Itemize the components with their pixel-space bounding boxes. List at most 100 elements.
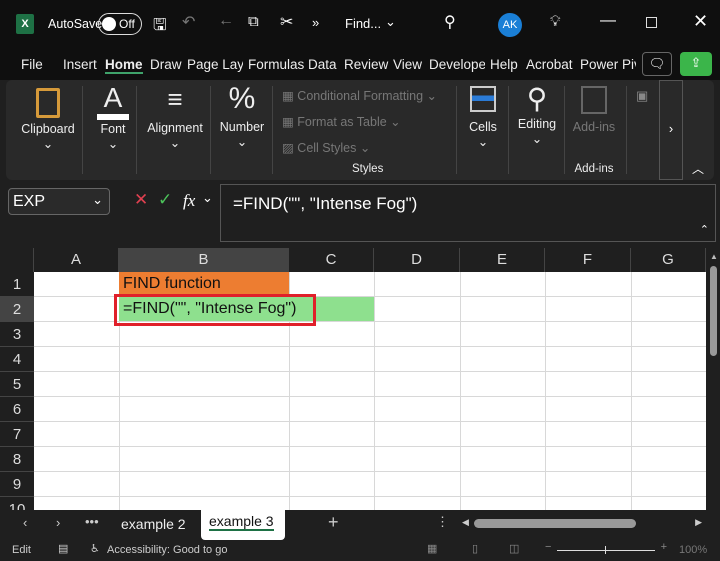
tab-developer[interactable]: Develope — [429, 57, 485, 72]
spreadsheet-grid[interactable]: A B C D E F G 1 2 3 4 5 6 7 8 9 10 FIND … — [0, 248, 706, 510]
cell-b1[interactable]: FIND function — [119, 272, 289, 296]
clipboard-icon — [36, 88, 60, 118]
chevron-down-icon[interactable]: ⌄ — [385, 14, 396, 30]
column-header-d[interactable]: D — [374, 248, 460, 272]
normal-view-icon[interactable]: ▦ — [427, 542, 437, 555]
cut-icon[interactable]: ✂ — [280, 12, 293, 32]
tab-acrobat[interactable]: Acrobat — [526, 57, 573, 72]
accessibility-icon[interactable]: ♿︎ — [90, 542, 100, 555]
sheet-tab-example-3[interactable]: example 3 — [201, 510, 285, 540]
row-header-3[interactable]: 3 — [0, 322, 34, 347]
styles-label: Styles — [352, 163, 384, 175]
tab-power-pivot[interactable]: Power Piv — [580, 57, 636, 72]
more-commands[interactable]: » — [312, 15, 319, 30]
editing-group[interactable]: ⚲ Editing ⌄ — [510, 80, 564, 180]
column-header-f[interactable]: F — [545, 248, 631, 272]
row-header-6[interactable]: 6 — [0, 397, 34, 422]
lightbulb-icon[interactable]: 💡︎ — [550, 13, 561, 30]
horizontal-scrollbar[interactable]: ◀ ▶ — [462, 516, 702, 530]
sheet-tab-example-2[interactable]: example 2 — [121, 516, 186, 532]
alignment-group[interactable]: ≡ Alignment ⌄ — [140, 80, 210, 180]
column-header-a[interactable]: A — [34, 248, 119, 272]
ribbon: Clipboard ⌄ A Font ⌄ ≡ Alignment ⌄ % Number… — [6, 80, 714, 180]
tab-formulas[interactable]: Formulas — [248, 57, 304, 72]
tab-data[interactable]: Data — [308, 57, 337, 72]
row-header-10[interactable]: 10 — [0, 497, 34, 510]
next-sheet-button[interactable]: › — [56, 515, 60, 530]
column-header-e[interactable]: E — [460, 248, 545, 272]
previous-sheet-button[interactable]: ‹ — [23, 515, 27, 530]
addins-group: Add-ins Add-ins — [566, 80, 622, 180]
status-bar: Edit ▤ ♿︎ Accessibility: Good to go ▦ ▯ … — [0, 540, 720, 561]
document-title[interactable]: Find... — [345, 16, 381, 31]
copy-icon[interactable]: ⧉ — [248, 13, 259, 30]
search-icon: ⚲ — [526, 83, 548, 114]
conditional-formatting-button[interactable]: ▦ Conditional Formatting ⌄ — [282, 88, 437, 103]
save-icon[interactable]: 🖫 — [153, 14, 167, 41]
select-all-button[interactable] — [0, 248, 34, 272]
name-box[interactable]: EXP ⌄ — [8, 188, 110, 215]
adobe-icon: ▣ — [636, 88, 649, 103]
macro-icon[interactable]: ▤ — [58, 542, 68, 555]
vertical-scrollbar[interactable]: ▲ — [706, 248, 720, 510]
tab-view[interactable]: View — [393, 57, 422, 72]
cells-icon — [470, 86, 496, 112]
back-icon[interactable]: ← — [218, 12, 234, 30]
add-sheet-button[interactable]: + — [328, 512, 339, 533]
mode-indicator: Edit — [12, 544, 31, 556]
minimize-button[interactable]: — — [600, 12, 616, 30]
insert-function-button[interactable]: fx — [183, 191, 195, 211]
number-group[interactable]: % Number ⌄ — [212, 80, 272, 180]
share-button[interactable]: ⇪ — [680, 52, 712, 76]
tab-draw[interactable]: Draw — [150, 57, 182, 72]
font-icon: A — [103, 82, 123, 113]
ribbon-scroll-right[interactable]: › — [659, 80, 683, 180]
addins-button[interactable]: Add-ins — [566, 120, 622, 134]
zoom-level[interactable]: 100% — [679, 544, 707, 556]
zoom-slider[interactable]: − + — [545, 541, 667, 555]
font-group[interactable]: A Font ⌄ — [86, 80, 140, 180]
column-header-g[interactable]: G — [631, 248, 706, 272]
cell-styles-button[interactable]: ▨ Cell Styles ⌄ — [282, 140, 370, 155]
row-header-7[interactable]: 7 — [0, 422, 34, 447]
page-layout-view-icon[interactable]: ▯ — [472, 542, 478, 555]
tab-split-handle[interactable]: ⋮ — [436, 514, 449, 530]
alignment-icon: ≡ — [167, 84, 183, 114]
maximize-button[interactable] — [646, 17, 657, 28]
accessibility-status[interactable]: Accessibility: Good to go — [107, 544, 227, 556]
comments-button[interactable]: 🗨︎ — [642, 52, 672, 76]
enter-icon[interactable]: ✓ — [158, 190, 172, 210]
row-header-9[interactable]: 9 — [0, 472, 34, 497]
toggle-state: Off — [119, 17, 135, 31]
tab-home[interactable]: Home — [105, 57, 143, 74]
tab-page-layout[interactable]: Page Layo — [187, 57, 243, 72]
column-header-b[interactable]: B — [119, 248, 289, 272]
row-header-5[interactable]: 5 — [0, 372, 34, 397]
more-sheets-button[interactable]: ••• — [85, 514, 99, 529]
cells-group[interactable]: Cells ⌄ — [458, 80, 508, 180]
collapse-ribbon-icon[interactable]: ︿ — [692, 160, 704, 177]
tab-file[interactable]: File — [21, 57, 43, 72]
undo-icon[interactable]: ↶ — [182, 12, 195, 32]
autosave-toggle[interactable]: Off — [98, 13, 142, 35]
row-header-1[interactable]: 1 — [0, 272, 34, 297]
row-header-8[interactable]: 8 — [0, 447, 34, 472]
tab-review[interactable]: Review — [344, 57, 388, 72]
tab-help[interactable]: Help — [490, 57, 518, 72]
highlight-box — [114, 294, 316, 326]
chevron-down-icon[interactable]: ⌄ — [202, 190, 213, 206]
avatar[interactable]: AK — [498, 13, 522, 37]
row-header-4[interactable]: 4 — [0, 347, 34, 372]
editing-label: Editing — [517, 117, 557, 131]
tab-insert[interactable]: Insert — [63, 57, 97, 72]
page-break-view-icon[interactable]: ◫ — [509, 542, 519, 555]
column-header-c[interactable]: C — [289, 248, 374, 272]
search-icon[interactable]: ⚲ — [444, 12, 456, 32]
formula-input[interactable]: =FIND("", "Intense Fog") ⌃ — [220, 184, 716, 242]
close-button[interactable]: ✕ — [693, 11, 708, 32]
format-as-table-button[interactable]: ▦ Format as Table ⌄ — [282, 114, 401, 129]
cells-label: Cells — [469, 120, 497, 134]
clipboard-group[interactable]: Clipboard ⌄ — [14, 80, 82, 180]
cancel-icon[interactable]: ✕ — [134, 190, 148, 210]
row-header-2[interactable]: 2 — [0, 297, 34, 322]
